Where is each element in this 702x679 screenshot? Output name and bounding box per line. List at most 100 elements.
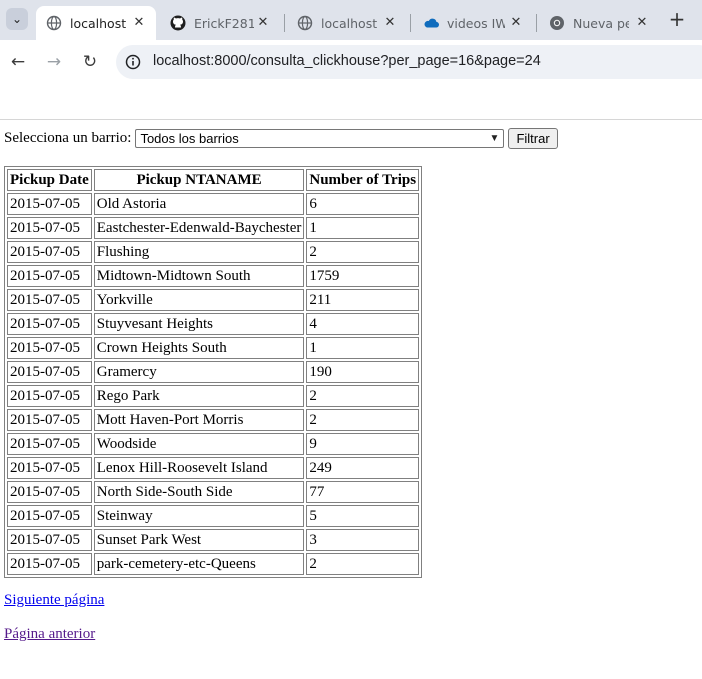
table-row: 2015-07-05 Lenox Hill-Roosevelt Island 249	[7, 457, 420, 479]
number-of-trips-cell: 1	[306, 337, 420, 359]
number-of-trips-cell: 3	[306, 529, 420, 551]
pickup-ntaname-cell: Steinway	[93, 505, 305, 527]
pickup-ntaname-cell: Crown Heights South	[93, 337, 305, 359]
pickup-date-cell: 2015-07-05	[7, 193, 92, 215]
number-of-trips-cell: 4	[306, 313, 420, 335]
arrow-right-icon: →	[46, 52, 62, 72]
pickup-ntaname-cell: Mott Haven-Port Morris	[93, 409, 305, 431]
table-row: 2015-07-05 Steinway 5	[7, 505, 420, 527]
tab-separator	[284, 14, 285, 32]
tab-title: localhost:8	[70, 15, 126, 31]
close-icon[interactable]: ✕	[507, 14, 525, 32]
pickup-ntaname-cell: Gramercy	[93, 361, 305, 383]
tab-4[interactable]: Nueva pe ✕	[539, 6, 659, 40]
tab-title: Nueva pe	[573, 15, 629, 31]
table-row: 2015-07-05 Mott Haven-Port Morris 2	[7, 409, 420, 431]
filter-form: Selecciona un barrio: Todos los barrios …	[4, 127, 558, 149]
page-divider	[0, 119, 702, 120]
pickup-ntaname-cell: park-cemetery-etc-Queens	[93, 553, 305, 575]
tab-title: ErickF2811	[194, 15, 254, 31]
table-row: 2015-07-05 North Side-South Side 77	[7, 481, 420, 503]
pickup-date-cell: 2015-07-05	[7, 553, 92, 575]
number-of-trips-cell: 6	[306, 193, 420, 215]
tab-search-button[interactable]: ⌄	[6, 8, 28, 30]
pickup-ntaname-cell: Stuyvesant Heights	[93, 313, 305, 335]
globe-icon	[297, 15, 313, 31]
tab-title: videos IW	[447, 15, 505, 31]
tab-title: localhost:8	[321, 15, 377, 31]
pickup-ntaname-cell: Woodside	[93, 433, 305, 455]
pickup-ntaname-cell: Flushing	[93, 241, 305, 263]
pickup-ntaname-cell: Eastchester-Edenwald-Baychester	[93, 217, 305, 239]
close-icon[interactable]: ✕	[254, 14, 272, 32]
pickup-date-cell: 2015-07-05	[7, 385, 92, 407]
column-header-pickup-ntaname: Pickup NTANAME	[93, 169, 305, 191]
forward-button[interactable]: →	[43, 51, 65, 73]
pickup-ntaname-cell: Lenox Hill-Roosevelt Island	[93, 457, 305, 479]
pickup-date-cell: 2015-07-05	[7, 289, 92, 311]
table-row: 2015-07-05 Gramercy 190	[7, 361, 420, 383]
pickup-date-cell: 2015-07-05	[7, 481, 92, 503]
number-of-trips-cell: 2	[306, 409, 420, 431]
back-button[interactable]: ←	[7, 51, 29, 73]
reload-button[interactable]: ↻	[79, 51, 101, 73]
tab-3[interactable]: videos IW ✕	[413, 6, 533, 40]
pickup-date-cell: 2015-07-05	[7, 313, 92, 335]
barrio-select[interactable]: Todos los barrios ▼	[135, 128, 505, 148]
tab-2[interactable]: localhost:8 ✕	[287, 6, 407, 40]
table-row: 2015-07-05 Stuyvesant Heights 4	[7, 313, 420, 335]
address-bar[interactable]: localhost:8000/consulta_clickhouse?per_p…	[116, 45, 702, 79]
pickup-ntaname-cell: Rego Park	[93, 385, 305, 407]
close-icon[interactable]: ✕	[633, 14, 651, 32]
number-of-trips-cell: 77	[306, 481, 420, 503]
pickup-date-cell: 2015-07-05	[7, 433, 92, 455]
new-tab-button[interactable]: +	[664, 8, 690, 32]
info-icon	[125, 54, 141, 70]
pickup-date-cell: 2015-07-05	[7, 241, 92, 263]
number-of-trips-cell: 2	[306, 385, 420, 407]
tab-strip: ⌄ localhost:8 ✕ ErickF2811 ✕ localhost:8…	[0, 0, 702, 40]
plus-icon: +	[668, 7, 686, 31]
table-row: 2015-07-05 Eastchester-Edenwald-Baycheste…	[7, 217, 420, 239]
chrome-icon	[550, 16, 564, 30]
number-of-trips-cell: 211	[306, 289, 420, 311]
table-row: 2015-07-05 Old Astoria 6	[7, 193, 420, 215]
table-header-row: Pickup Date Pickup NTANAME Number of Tri…	[7, 169, 420, 191]
number-of-trips-cell: 249	[306, 457, 420, 479]
pickup-date-cell: 2015-07-05	[7, 529, 92, 551]
number-of-trips-cell: 190	[306, 361, 420, 383]
browser-toolbar: ← → ↻ localhost:8000/consulta_clickhouse…	[0, 40, 702, 84]
globe-icon	[46, 15, 62, 31]
tab-0[interactable]: localhost:8 ✕	[36, 6, 156, 40]
column-header-number-of-trips: Number of Trips	[306, 169, 420, 191]
chevron-down-icon: ▼	[489, 132, 500, 144]
url-text: localhost:8000/consulta_clickhouse?per_p…	[153, 53, 541, 69]
table-row: 2015-07-05 Sunset Park West 3	[7, 529, 420, 551]
tab-1[interactable]: ErickF2811 ✕	[160, 6, 280, 40]
table-row: 2015-07-05 Midtown-Midtown South 1759	[7, 265, 420, 287]
onedrive-icon	[424, 18, 439, 28]
reload-icon: ↻	[82, 52, 98, 72]
filter-button[interactable]: Filtrar	[508, 127, 558, 149]
next-page-link[interactable]: Siguiente página	[4, 592, 558, 612]
github-icon	[170, 15, 186, 31]
pickup-date-cell: 2015-07-05	[7, 361, 92, 383]
number-of-trips-cell: 1	[306, 217, 420, 239]
close-icon[interactable]: ✕	[381, 14, 399, 32]
pickup-date-cell: 2015-07-05	[7, 217, 92, 239]
pickup-date-cell: 2015-07-05	[7, 409, 92, 431]
pickup-ntaname-cell: Old Astoria	[93, 193, 305, 215]
column-header-pickup-date: Pickup Date	[7, 169, 92, 191]
chevron-down-icon: ⌄	[11, 12, 23, 26]
table-row: 2015-07-05 park-cemetery-etc-Queens 2	[7, 553, 420, 575]
table-row: 2015-07-05 Woodside 9	[7, 433, 420, 455]
number-of-trips-cell: 1759	[306, 265, 420, 287]
previous-page-link[interactable]: Página anterior	[4, 626, 558, 646]
site-info-button[interactable]	[122, 51, 144, 73]
table-row: 2015-07-05 Rego Park 2	[7, 385, 420, 407]
table-row: 2015-07-05 Yorkville 211	[7, 289, 420, 311]
number-of-trips-cell: 9	[306, 433, 420, 455]
close-icon[interactable]: ✕	[130, 14, 148, 32]
pickup-date-cell: 2015-07-05	[7, 265, 92, 287]
filter-label: Selecciona un barrio:	[4, 129, 132, 146]
